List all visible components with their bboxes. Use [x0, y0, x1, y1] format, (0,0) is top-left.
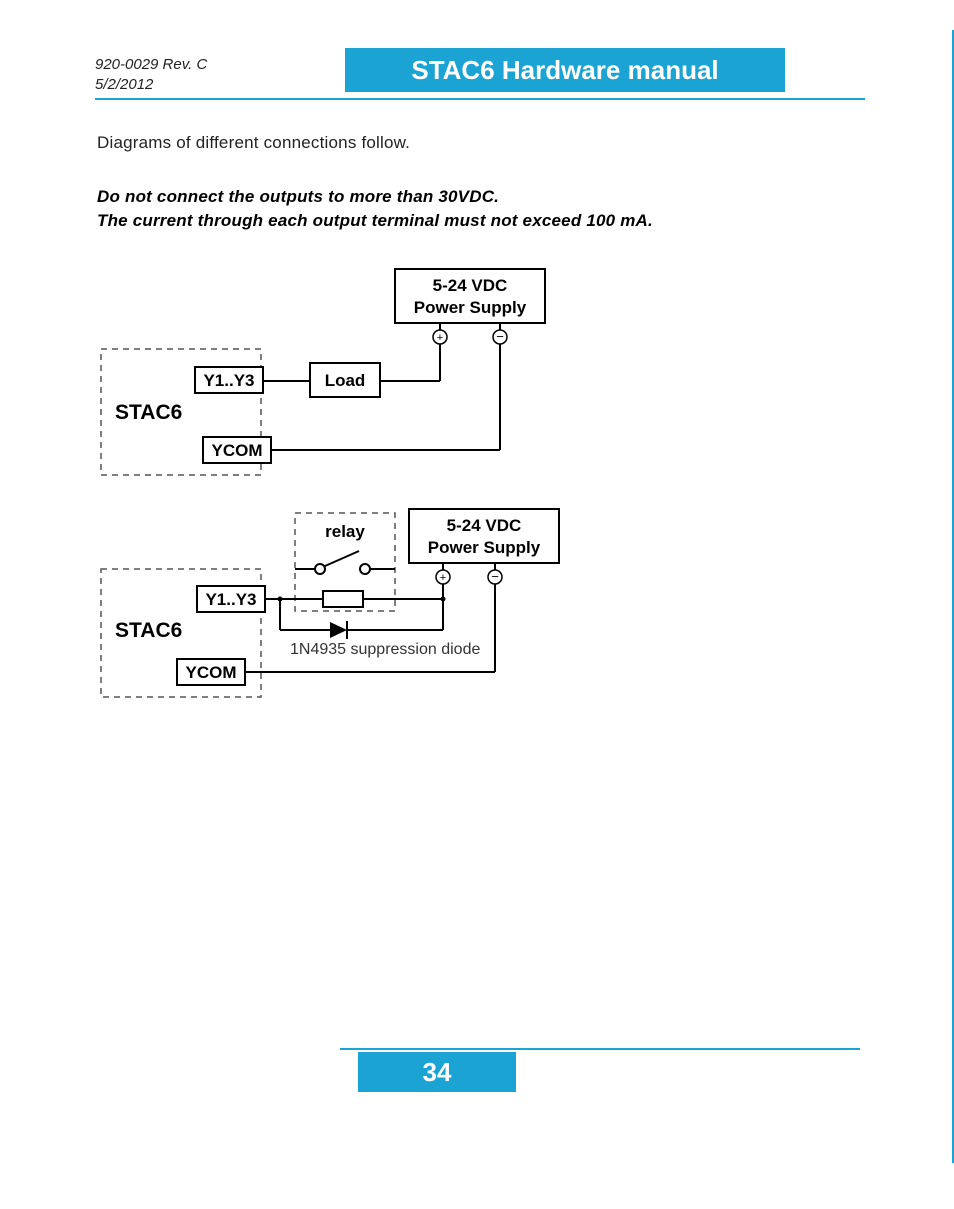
power-supply-label-l1: 5-24 VDC: [433, 276, 508, 295]
load-label: Load: [325, 371, 366, 390]
title-text: STAC6 Hardware manual: [411, 55, 718, 86]
svg-text:−: −: [496, 329, 504, 344]
diagram-load: 5-24 VDC Power Supply + − Load: [101, 269, 545, 475]
power-supply-label-l2: Power Supply: [428, 538, 541, 557]
connection-diagrams: 5-24 VDC Power Supply + − Load: [95, 261, 655, 741]
ycom-label: YCOM: [186, 663, 237, 682]
doc-rev: 920-0029 Rev. C: [95, 55, 207, 75]
stac6-label: STAC6: [115, 619, 182, 642]
diode-note: 1N4935 suppression diode: [290, 641, 480, 658]
page-content: 920-0029 Rev. C 5/2/2012 STAC6 Hardware …: [95, 30, 865, 741]
doc-revision-block: 920-0029 Rev. C 5/2/2012: [95, 55, 207, 94]
svg-text:+: +: [437, 332, 443, 344]
page-number: 34: [423, 1057, 452, 1088]
relay-label: relay: [325, 522, 365, 541]
footer-rule: [340, 1048, 860, 1050]
power-supply-label-l1: 5-24 VDC: [447, 516, 522, 535]
stac6-label: STAC6: [115, 401, 182, 424]
page-number-box: 34: [358, 1052, 516, 1092]
ycom-label: YCOM: [212, 441, 263, 460]
y-label: Y1..Y3: [203, 371, 254, 390]
power-supply-label-l2: Power Supply: [414, 298, 527, 317]
page-footer: 34: [0, 1048, 860, 1092]
y-label: Y1..Y3: [205, 590, 256, 609]
warning-line-2: The current through each output terminal…: [97, 209, 865, 233]
title-bar: STAC6 Hardware manual: [345, 48, 785, 92]
doc-date: 5/2/2012: [95, 75, 207, 95]
header-rule: [95, 98, 865, 100]
svg-text:+: +: [440, 572, 446, 584]
page-header: 920-0029 Rev. C 5/2/2012 STAC6 Hardware …: [95, 30, 865, 95]
diagram-area: 5-24 VDC Power Supply + − Load: [95, 261, 865, 741]
diagram-relay: 5-24 VDC Power Supply + − relay: [101, 509, 559, 697]
warning-line-1: Do not connect the outputs to more than …: [97, 185, 865, 209]
intro-paragraph: Diagrams of different connections follow…: [97, 133, 865, 153]
warning-block: Do not connect the outputs to more than …: [97, 185, 865, 233]
svg-text:−: −: [491, 569, 499, 584]
